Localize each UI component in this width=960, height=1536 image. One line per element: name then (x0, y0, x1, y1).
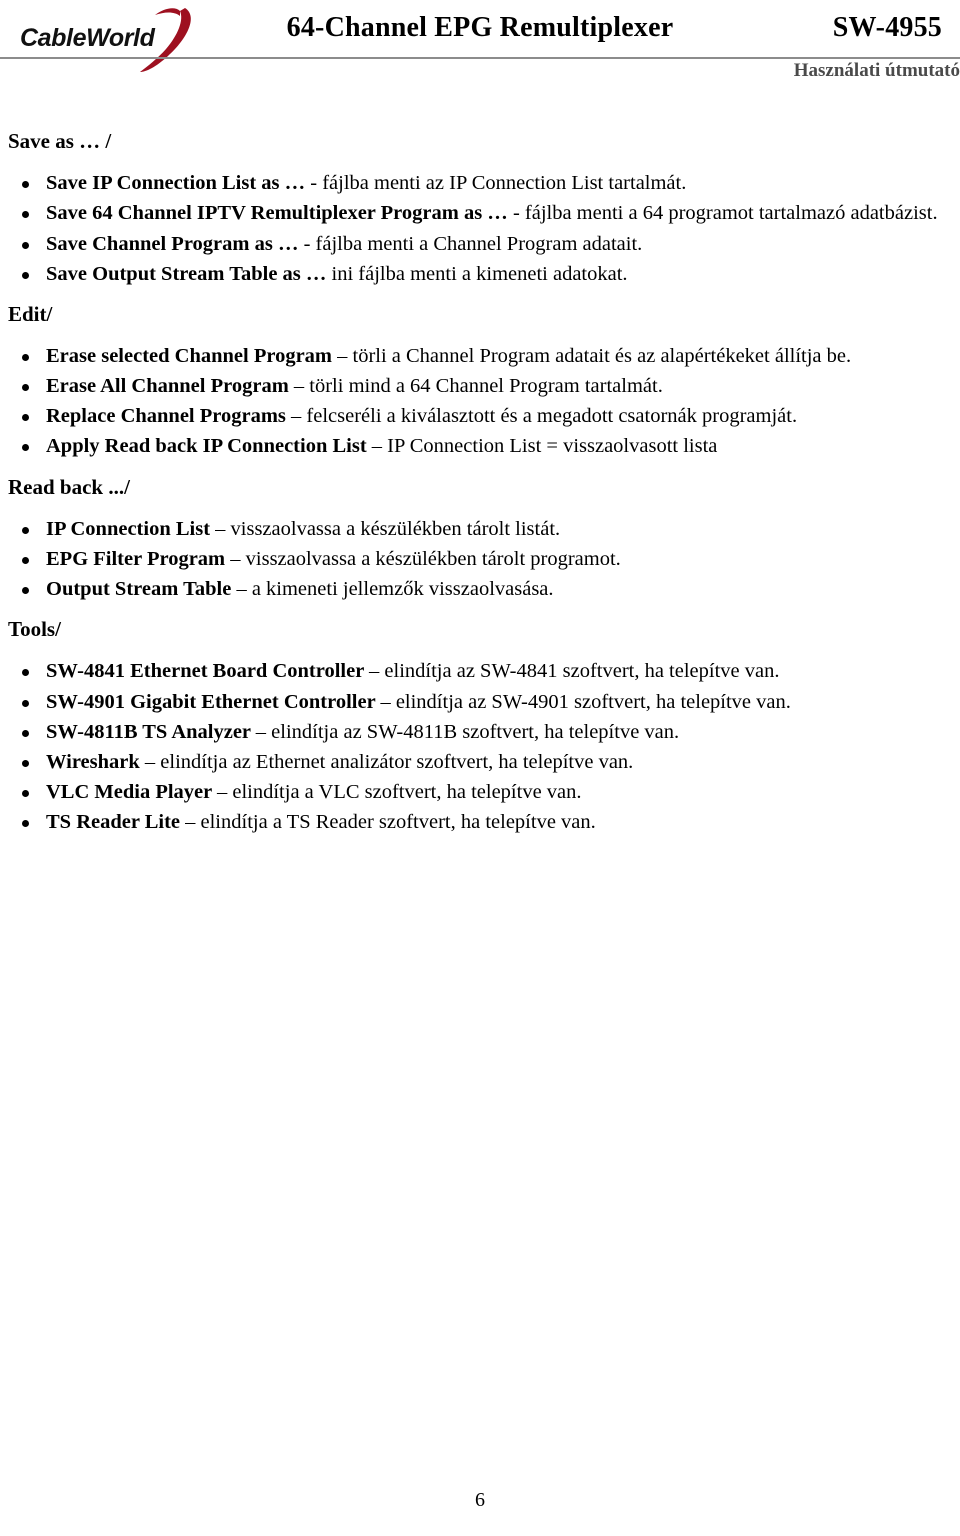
section-heading: Edit/ (8, 301, 53, 326)
list-item: SW-4811B TS Analyzer – elindítja az SW-4… (8, 717, 942, 747)
list-item: Apply Read back IP Connection List – IP … (8, 431, 942, 461)
list-item: EPG Filter Program – visszaolvassa a kés… (8, 544, 942, 574)
list-item: VLC Media Player – elindítja a VLC szoft… (8, 777, 942, 807)
list-item: Save Channel Program as … - fájlba menti… (8, 229, 942, 259)
document-content: Save as … / Save IP Connection List as … … (0, 128, 960, 839)
list-item-term: Erase selected Channel Program (46, 345, 338, 367)
list-item-term: TS Reader Lite (46, 811, 186, 833)
list-item: Save IP Connection List as … - fájlba me… (8, 168, 942, 198)
list-item: IP Connection List – visszaolvassa a kés… (8, 514, 942, 544)
list-item-description: – elindítja a TS Reader szoftvert, ha te… (185, 811, 596, 833)
list-item-description: – elindítja az SW-4901 szoftvert, ha tel… (380, 690, 791, 713)
list-item-description: – visszaolvassa a készülékben tárolt pro… (230, 547, 621, 570)
list-item-term: SW-4841 Ethernet Board Controller (46, 660, 370, 683)
list-item: Wireshark – elindítja az Ethernet analiz… (8, 747, 942, 777)
content-section: Read back .../ IP Connection List – vissz… (8, 474, 942, 605)
list-item-description: - fájlba menti a Channel Program adatait… (303, 232, 643, 255)
bullet-list: SW-4841 Ethernet Board Controller – elin… (8, 656, 942, 837)
list-item-description: – a kimeneti jellemzők visszaolvasása. (236, 578, 554, 600)
list-item: TS Reader Lite – elindítja a TS Reader s… (8, 807, 942, 837)
list-item-description: – felcseréli a kiválasztott és a megadot… (291, 405, 798, 428)
section-heading: Save as … / (8, 129, 112, 153)
list-item-term: Erase All Channel Program (46, 375, 294, 398)
model-number: SW-4955 (832, 12, 942, 43)
list-item-term: Wireshark (46, 750, 145, 773)
list-item-description: – törli a Channel Program adatait és az … (337, 345, 852, 367)
list-item-description: - fájlba menti az IP Connection List tar… (310, 172, 687, 195)
list-item-term: SW-4811B TS Analyzer (46, 720, 256, 743)
list-item-term: VLC Media Player (46, 780, 217, 803)
list-item-term: Save IP Connection List as … (46, 172, 311, 195)
list-item-description: - fájlba menti a 64 programot tartalmazó… (512, 202, 938, 225)
list-item-term: Save 64 Channel IPTV Remultiplexer Progr… (46, 202, 513, 225)
list-item-term: IP Connection List (46, 517, 216, 540)
list-item-description: – IP Connection List = visszaolvasott li… (371, 435, 718, 458)
list-item-description: ini fájlba menti a kimeneti adatokat. (331, 262, 628, 285)
list-item: SW-4901 Gigabit Ethernet Controller – el… (8, 687, 942, 717)
bullet-list: Erase selected Channel Program – törli a… (8, 341, 942, 462)
header-divider (0, 57, 960, 59)
page-title: 64-Channel EPG Remultiplexer (286, 12, 674, 43)
list-item-term: Save Output Stream Table as … (46, 262, 332, 285)
list-item-description: – visszaolvassa a készülékben tárolt lis… (215, 517, 561, 540)
list-item: Erase selected Channel Program – törli a… (8, 341, 942, 371)
list-item: Save Output Stream Table as … ini fájlba… (8, 259, 942, 289)
list-item-term: Save Channel Program as … (46, 232, 304, 255)
list-item-description: – elindítja a VLC szoftvert, ha telepítv… (217, 780, 582, 803)
list-item: Save 64 Channel IPTV Remultiplexer Progr… (8, 198, 942, 228)
list-item-term: Output Stream Table (46, 578, 237, 600)
list-item-description: – elindítja az Ethernet analizátor szoft… (144, 750, 634, 773)
page-number: 6 (475, 1489, 485, 1511)
list-item: SW-4841 Ethernet Board Controller – elin… (8, 656, 942, 686)
list-item-description: – elindítja az SW-4841 szoftvert, ha tel… (369, 660, 780, 683)
list-item: Replace Channel Programs – felcseréli a … (8, 401, 942, 431)
list-item-term: Apply Read back IP Connection List (46, 435, 372, 458)
page-header: CableWorld 64-Channel EPG Remultiplexer … (0, 0, 960, 100)
list-item-term: EPG Filter Program (46, 547, 231, 570)
content-section: Save as … / Save IP Connection List as … … (8, 128, 942, 289)
list-item-description: – elindítja az SW-4811B szoftvert, ha te… (255, 720, 680, 743)
content-section: Tools/SW-4841 Ethernet Board Controller … (8, 616, 942, 837)
list-item-term: SW-4901 Gigabit Ethernet Controller (46, 690, 381, 713)
section-heading: Tools/ (8, 617, 61, 642)
list-item: Erase All Channel Program – törli mind a… (8, 371, 942, 401)
header-subtitle: Használati útmutató (793, 60, 960, 81)
section-heading: Read back .../ (8, 474, 130, 499)
list-item-description: – törli mind a 64 Channel Program tartal… (293, 375, 663, 398)
list-item-term: Replace Channel Programs (46, 405, 292, 428)
header-row: CableWorld 64-Channel EPG Remultiplexer … (18, 0, 942, 72)
content-section: Edit/Erase selected Channel Program – tö… (8, 301, 942, 462)
bullet-list: Save IP Connection List as … - fájlba me… (8, 168, 942, 289)
list-item: Output Stream Table – a kimeneti jellemz… (8, 574, 942, 604)
bullet-list: IP Connection List – visszaolvassa a kés… (8, 514, 942, 604)
